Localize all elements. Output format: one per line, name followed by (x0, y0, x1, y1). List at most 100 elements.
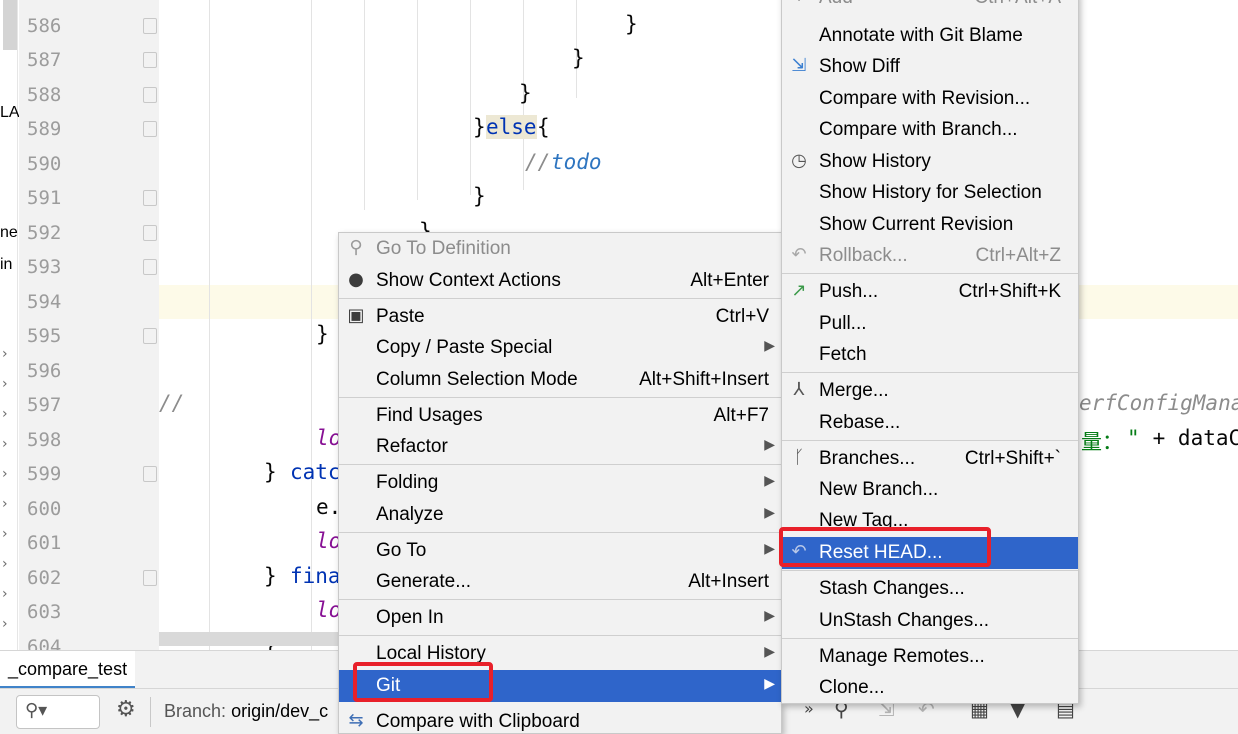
line-number: 602 (27, 567, 62, 589)
chevron-right-icon[interactable]: › (2, 346, 8, 362)
code-brace: } (572, 46, 585, 70)
code-brace: } (264, 564, 290, 588)
submenu-arrow-icon: ▶ (764, 541, 775, 557)
menu-separator (339, 635, 781, 636)
indent-guide (311, 0, 312, 650)
menu-item-label: Copy / Paste Special (376, 337, 553, 358)
gear-icon[interactable]: ⚙ (116, 697, 136, 722)
code-keyword-else: else (486, 115, 537, 139)
fold-marker-icon[interactable] (143, 121, 157, 137)
menu-item-go-to[interactable]: Go To ▶ (339, 535, 781, 567)
menu-item-go-to-definition[interactable]: ⚲ Go To Definition (339, 233, 781, 265)
menu-item-fetch[interactable]: Fetch (782, 339, 1078, 371)
menu-separator (339, 464, 781, 465)
menu-item-label: Refactor (376, 436, 448, 457)
menu-item-push[interactable]: ↗ Push... Ctrl+Shift+K (782, 276, 1078, 308)
code-string: " (1127, 426, 1140, 450)
menu-item-open-in[interactable]: Open In ▶ (339, 602, 781, 634)
fold-marker-icon[interactable] (143, 259, 157, 275)
menu-item-unstash-changes[interactable]: UnStash Changes... (782, 605, 1078, 637)
menu-item-show-history-for-selection[interactable]: Show History for Selection (782, 177, 1078, 209)
menu-item-show-context-actions[interactable]: ● Show Context Actions Alt+Enter (339, 265, 781, 297)
chevron-right-icon[interactable]: › (2, 586, 8, 602)
menu-item-new-tag[interactable]: New Tag... (782, 505, 1078, 531)
menu-item-show-diff[interactable]: ⇲ Show Diff (782, 51, 1078, 83)
menu-item-analyze[interactable]: Analyze ▶ (339, 499, 781, 531)
chevron-right-icon[interactable]: › (2, 496, 8, 512)
menu-item-generate[interactable]: Generate... Alt+Insert (339, 566, 781, 598)
submenu-arrow-icon: ▶ (764, 644, 775, 660)
fold-marker-icon[interactable] (143, 466, 157, 482)
menu-item-manage-remotes[interactable]: Manage Remotes... (782, 641, 1078, 673)
menu-item-compare-with-revision[interactable]: Compare with Revision... (782, 83, 1078, 115)
menu-separator (782, 440, 1078, 441)
menu-item-stash-changes[interactable]: Stash Changes... (782, 573, 1078, 605)
fold-marker-icon[interactable] (143, 328, 157, 344)
menu-item-refactor[interactable]: Refactor ▶ (339, 431, 781, 463)
branch-key: Branch: (164, 701, 227, 721)
line-number: 594 (27, 291, 62, 313)
plus-icon: + (788, 0, 810, 7)
chevron-right-icon[interactable]: › (2, 376, 8, 392)
menu-item-merge[interactable]: ⅄ Merge... (782, 375, 1078, 407)
fold-marker-icon[interactable] (143, 18, 157, 34)
push-arrow-icon: ↗ (791, 280, 807, 301)
line-number: 601 (27, 532, 62, 554)
line-number: 591 (27, 187, 62, 209)
line-number: 598 (27, 429, 62, 451)
panel-scroll-thumb[interactable] (3, 0, 17, 50)
clock-icon: ◷ (791, 150, 807, 171)
menu-item-label: Find Usages (376, 405, 483, 426)
menu-separator (782, 638, 1078, 639)
code-comment: // (525, 150, 551, 174)
menu-item-label: Manage Remotes... (819, 646, 985, 667)
fold-marker-icon[interactable] (143, 52, 157, 68)
menu-item-label: Go To (376, 540, 427, 561)
menu-separator (782, 273, 1078, 274)
menu-item-pull[interactable]: Pull... (782, 308, 1078, 340)
code-comment: // (159, 391, 185, 415)
branch-filter[interactable]: Branch: origin/dev_c (164, 701, 328, 722)
search-input[interactable]: ⚲▾ (16, 695, 100, 729)
chevron-right-icon[interactable]: › (2, 466, 8, 482)
fold-marker-icon[interactable] (143, 225, 157, 241)
line-number: 590 (27, 153, 62, 175)
highlight-box-reset-head (779, 527, 991, 567)
menu-item-rollback[interactable]: ↶ Rollback... Ctrl+Alt+Z (782, 240, 1078, 272)
fold-marker-icon[interactable] (143, 87, 157, 103)
menu-item-annotate-with-git-blame[interactable]: Annotate with Git Blame (782, 20, 1078, 52)
menu-item-label: Branches... (819, 448, 916, 469)
code-brace: } (473, 184, 486, 208)
menu-item-paste[interactable]: ▣ Paste Ctrl+V (339, 301, 781, 333)
menu-item-rebase[interactable]: Rebase... (782, 407, 1078, 439)
chevron-right-icon[interactable]: › (2, 526, 8, 542)
menu-item-label: New Branch... (819, 479, 939, 500)
menu-item-new-branch[interactable]: New Branch... (782, 474, 1078, 506)
menu-item-show-history[interactable]: ◷ Show History (782, 146, 1078, 178)
truncated-label: ne (0, 224, 18, 241)
menu-item-add[interactable]: + Add Ctrl+Alt+A (782, 0, 1078, 15)
menu-item-copy-paste-special[interactable]: Copy / Paste Special ▶ (339, 332, 781, 364)
code-brace: } (519, 81, 532, 105)
git-submenu: + Add Ctrl+Alt+A Annotate with Git Blame… (781, 0, 1079, 704)
menu-item-branches[interactable]: ᚴ Branches... Ctrl+Shift+` (782, 443, 1078, 475)
menu-item-label: Merge... (819, 380, 889, 401)
tab-compare-test[interactable]: _compare_test (0, 651, 136, 689)
menu-item-folding[interactable]: Folding ▶ (339, 467, 781, 499)
line-number: 586 (27, 15, 62, 37)
menu-item-clone[interactable]: Clone... (782, 672, 1078, 704)
menu-item-label: Rebase... (819, 412, 901, 433)
menu-item-compare-with-clipboard[interactable]: ⇆ Compare with Clipboard (339, 706, 781, 734)
chevron-right-icon[interactable]: › (2, 436, 8, 452)
chevron-right-icon[interactable]: › (2, 616, 8, 632)
fold-marker-icon[interactable] (143, 190, 157, 206)
menu-item-compare-with-branch[interactable]: Compare with Branch... (782, 114, 1078, 146)
menu-item-column-selection-mode[interactable]: Column Selection Mode Alt+Shift+Insert (339, 364, 781, 396)
menu-item-show-current-revision[interactable]: Show Current Revision (782, 209, 1078, 241)
highlight-box-git (353, 662, 493, 702)
line-number-gutter[interactable]: 586 587 588 589 590 591 592 593 594 595 … (19, 0, 159, 658)
chevron-right-icon[interactable]: › (2, 556, 8, 572)
menu-item-find-usages[interactable]: Find Usages Alt+F7 (339, 400, 781, 432)
chevron-right-icon[interactable]: › (2, 406, 8, 422)
fold-marker-icon[interactable] (143, 570, 157, 586)
